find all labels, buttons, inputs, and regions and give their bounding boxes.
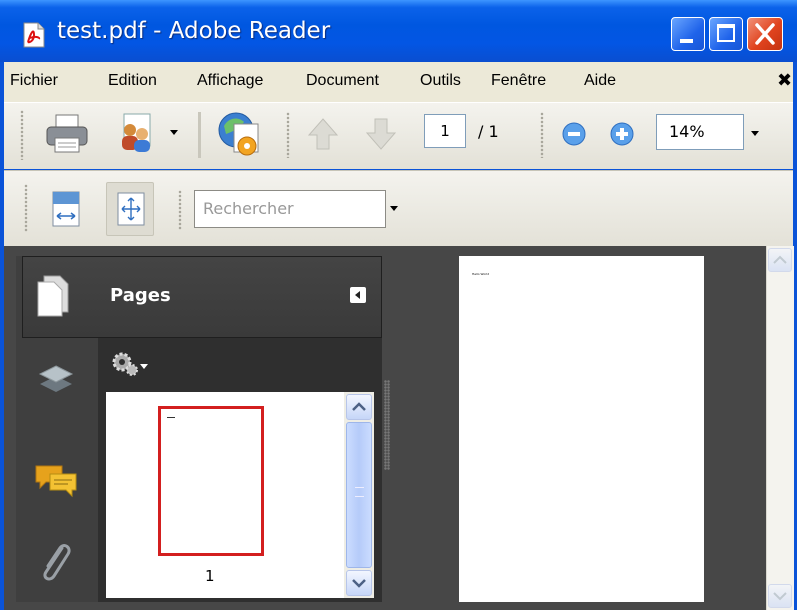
- close-document-icon[interactable]: ✖: [777, 70, 792, 91]
- pages-panel-title: Pages: [110, 285, 171, 306]
- comments-icon[interactable]: [32, 460, 80, 500]
- search-dropdown-chevron-icon[interactable]: [390, 206, 398, 211]
- collapse-panel-button[interactable]: [350, 287, 366, 303]
- scroll-down-button[interactable]: [346, 570, 372, 596]
- toolbar-grip[interactable]: [178, 190, 182, 230]
- maximize-button[interactable]: [709, 17, 743, 51]
- document-page[interactable]: [459, 256, 704, 602]
- menu-fenetre[interactable]: Fenêtre: [491, 72, 546, 90]
- secure-document-icon[interactable]: [214, 108, 266, 160]
- layers-icon[interactable]: [36, 358, 76, 398]
- menu-edition[interactable]: Edition: [108, 72, 157, 90]
- pdf-file-icon: [23, 22, 45, 48]
- fit-width-icon[interactable]: [50, 190, 82, 230]
- toolbar-separator: [198, 112, 201, 158]
- chevron-up-icon: [773, 255, 787, 264]
- page-thumbnail[interactable]: [158, 406, 264, 556]
- menu-document[interactable]: Document: [306, 72, 379, 90]
- close-button[interactable]: [747, 17, 783, 51]
- minimize-button[interactable]: [671, 17, 705, 51]
- window-title: test.pdf - Adobe Reader: [57, 18, 331, 44]
- collaborate-icon[interactable]: [116, 110, 156, 156]
- document-scrollbar[interactable]: [766, 246, 794, 610]
- scrollbar-grip: [355, 487, 364, 497]
- gear-icon[interactable]: [110, 350, 140, 378]
- page-number-input[interactable]: 1: [424, 114, 466, 148]
- title-bar[interactable]: test.pdf - Adobe Reader: [0, 0, 797, 62]
- chevron-down-icon[interactable]: [170, 130, 178, 135]
- menu-fichier[interactable]: Fichier: [10, 72, 58, 90]
- thumbnail-text-mark: [167, 417, 175, 418]
- chevron-down-icon: [773, 592, 787, 601]
- options-chevron-down-icon[interactable]: [140, 364, 148, 369]
- thumbnail-page-label: 1: [205, 567, 215, 585]
- zoom-level-input[interactable]: 14%: [656, 114, 744, 150]
- menu-outils[interactable]: Outils: [420, 72, 461, 90]
- pages-panel-header: [22, 256, 382, 338]
- document-text: Hello World: [472, 272, 490, 276]
- doc-scroll-down-button[interactable]: [768, 584, 792, 608]
- chevron-down-icon: [352, 579, 366, 588]
- page-total-label: / 1: [478, 122, 499, 141]
- pages-icon[interactable]: [34, 274, 70, 318]
- arrow-down-icon[interactable]: [364, 116, 398, 152]
- maximize-icon: [717, 24, 735, 42]
- toolbar-grip[interactable]: [540, 112, 544, 158]
- toolbar-grip[interactable]: [286, 112, 290, 158]
- doc-scroll-up-button[interactable]: [768, 248, 792, 272]
- search-input[interactable]: Rechercher: [194, 190, 386, 228]
- zoom-dropdown-chevron-icon[interactable]: [751, 131, 759, 136]
- panel-splitter[interactable]: [384, 380, 390, 470]
- chevron-left-icon: [355, 291, 360, 299]
- toolbar-grip[interactable]: [24, 184, 28, 232]
- chevron-up-icon: [352, 402, 366, 411]
- fit-page-icon: [117, 192, 145, 226]
- minimize-icon: [680, 39, 693, 43]
- menu-affichage[interactable]: Affichage: [197, 72, 263, 90]
- arrow-up-icon[interactable]: [306, 116, 340, 152]
- thumbnail-scrollbar[interactable]: [344, 392, 374, 598]
- print-icon[interactable]: [44, 112, 90, 156]
- menu-aide[interactable]: Aide: [584, 72, 616, 90]
- toolbar-grip[interactable]: [20, 110, 24, 160]
- scroll-up-button[interactable]: [346, 394, 372, 420]
- app-window: test.pdf - Adobe Reader Fichier Edition …: [0, 0, 797, 610]
- attachment-paperclip-icon[interactable]: [36, 538, 74, 586]
- fit-page-button[interactable]: [106, 182, 154, 236]
- zoom-in-icon[interactable]: [608, 120, 636, 148]
- close-icon: [755, 23, 775, 45]
- scrollbar-thumb[interactable]: [346, 422, 372, 568]
- menu-bar: Fichier Edition Affichage Document Outil…: [4, 62, 793, 102]
- zoom-out-icon[interactable]: [560, 120, 588, 148]
